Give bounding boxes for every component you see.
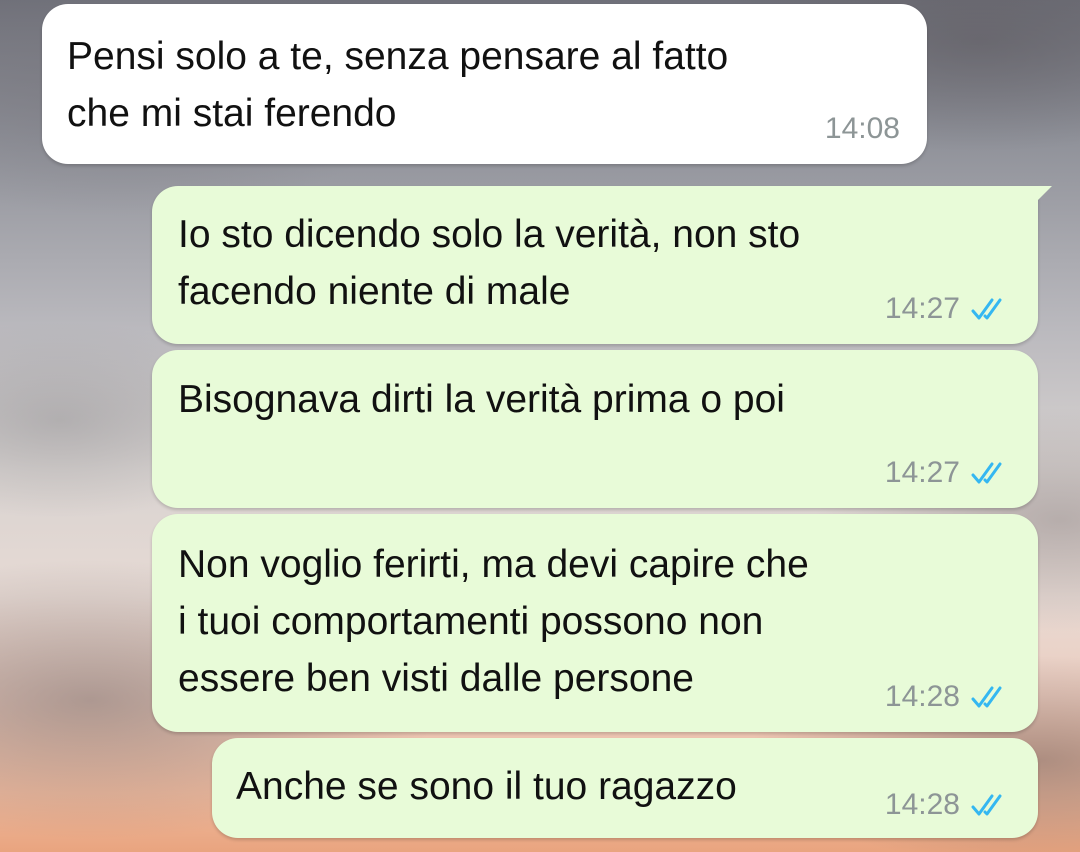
message-bubble-outgoing[interactable]: Anche se sono il tuo ragazzo 14:28: [212, 738, 1038, 838]
message-text: Io sto dicendo solo la verità, non sto f…: [178, 213, 801, 313]
double-check-read-icon: [971, 298, 1002, 320]
double-check-read-icon: [971, 686, 1002, 708]
double-check-read-icon: [971, 462, 1002, 484]
message-time: 14:28: [884, 680, 960, 713]
message-text: Pensi solo a te, senza pensare al fatto …: [67, 35, 729, 135]
message-meta: 14:27: [885, 292, 1016, 326]
message-time: 14:27: [884, 292, 960, 325]
double-check-read-icon: [971, 794, 1002, 816]
message-meta: 14:28: [885, 680, 1016, 714]
message-text: Non voglio ferirti, ma devi capire che i…: [178, 543, 809, 700]
message-bubble-outgoing[interactable]: Bisognava dirti la verità prima o poi 14…: [152, 350, 1038, 508]
message-text: Bisognava dirti la verità prima o poi: [178, 378, 785, 421]
message-time: 14:27: [884, 456, 960, 489]
message-meta: 14:27: [885, 456, 1016, 490]
message-time: 14:08: [824, 112, 900, 145]
bubble-tail: [1034, 186, 1052, 204]
message-text: Anche se sono il tuo ragazzo: [236, 765, 737, 808]
message-time: 14:28: [884, 788, 960, 821]
message-meta: 14:28: [885, 788, 1016, 822]
message-meta: 14:08: [825, 112, 900, 146]
message-bubble-incoming[interactable]: Pensi solo a te, senza pensare al fatto …: [42, 4, 927, 164]
chat-view: Pensi solo a te, senza pensare al fatto …: [0, 0, 1080, 852]
message-bubble-outgoing[interactable]: Io sto dicendo solo la verità, non sto f…: [152, 186, 1052, 344]
message-bubble-outgoing[interactable]: Non voglio ferirti, ma devi capire che i…: [152, 514, 1038, 732]
